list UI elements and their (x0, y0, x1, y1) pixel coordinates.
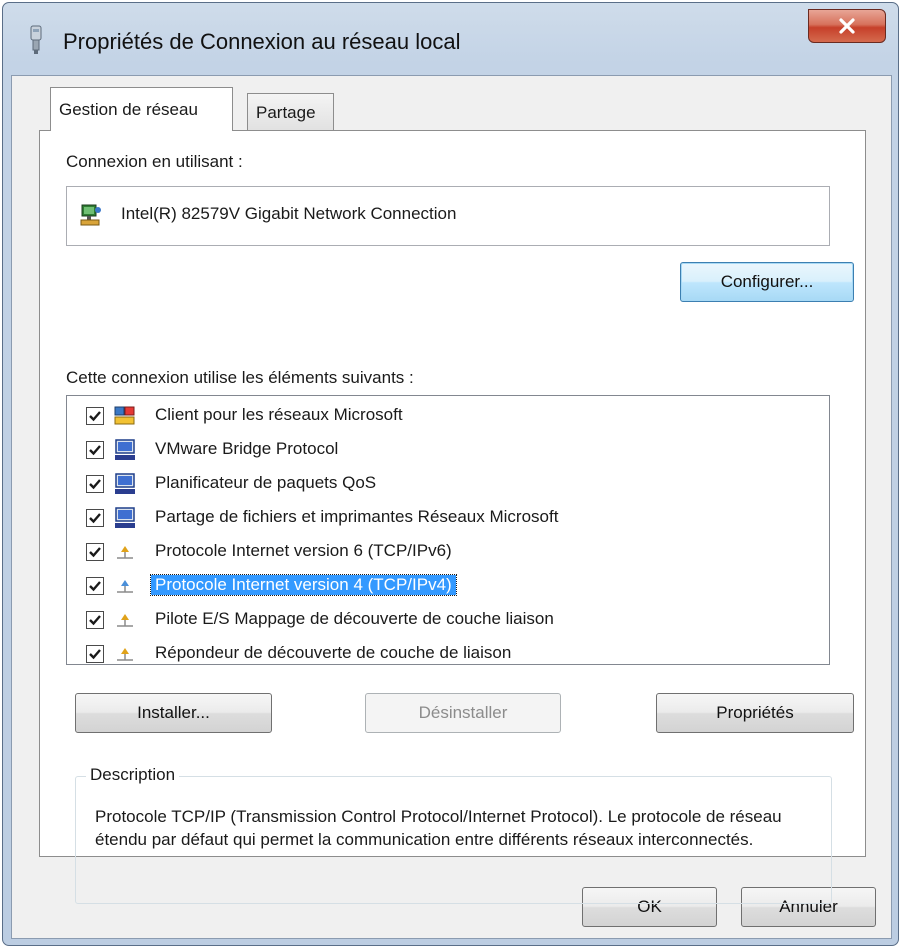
title-bar[interactable]: Propriétés de Connexion au réseau local (3, 3, 898, 75)
list-item[interactable]: VMware Bridge Protocol (67, 434, 829, 468)
properties-button[interactable]: Propriétés (656, 693, 854, 733)
network-client-icon (114, 406, 135, 425)
properties-dialog: Propriétés de Connexion au réseau local … (2, 2, 899, 946)
list-item[interactable]: Pilote E/S Mappage de découverte de couc… (67, 604, 829, 638)
description-text: Protocole TCP/IP (Transmission Control P… (95, 807, 782, 849)
component-label-selected: Protocole Internet version 4 (TCP/IPv4) (150, 574, 457, 596)
tab-partage[interactable]: Partage (247, 93, 334, 131)
component-label: Répondeur de découverte de couche de lia… (155, 643, 512, 662)
install-button[interactable]: Installer... (75, 693, 272, 733)
close-icon (839, 18, 855, 34)
list-item[interactable]: Répondeur de découverte de couche de lia… (67, 638, 829, 664)
description-group: Description Protocole TCP/IP (Transmissi… (75, 765, 832, 904)
list-item[interactable]: Client pour les réseaux Microsoft (67, 400, 829, 434)
list-item[interactable]: Partage de fichiers et imprimantes Résea… (67, 502, 829, 536)
network-adapter-icon (80, 204, 101, 226)
description-legend: Description (86, 765, 180, 785)
component-label: Protocole Internet version 6 (TCP/IPv6) (155, 541, 452, 560)
connect-using-label: Connexion en utilisant : (66, 152, 243, 171)
component-checkbox[interactable] (86, 645, 104, 663)
checkmark-icon (89, 445, 101, 456)
configure-button[interactable]: Configurer... (680, 262, 854, 302)
checkmark-icon (89, 479, 101, 490)
checkmark-icon (89, 411, 101, 422)
component-checkbox[interactable] (86, 441, 104, 459)
protocol-icon (117, 614, 133, 627)
tab-panel-gestion-de-reseau: Connexion en utilisant : Intel(R) 82579V… (39, 130, 866, 904)
adapter-box: Intel(R) 82579V Gigabit Network Connecti… (66, 186, 830, 246)
protocol-icon (117, 546, 133, 559)
components-label: Cette connexion utilise les éléments sui… (66, 368, 414, 387)
tab-gestion-de-reseau[interactable]: Gestion de réseau (50, 87, 233, 131)
component-checkbox[interactable] (86, 577, 104, 595)
checkmark-icon (89, 547, 101, 558)
adapter-name: Intel(R) 82579V Gigabit Network Connecti… (121, 204, 457, 223)
network-adapter-icon (30, 25, 42, 54)
protocol-icon (117, 580, 133, 593)
checkmark-icon (89, 615, 101, 626)
window-title: Propriétés de Connexion au réseau local (63, 29, 461, 54)
service-computer-icon (115, 473, 135, 494)
component-label: Partage de fichiers et imprimantes Résea… (155, 507, 559, 526)
checkmark-icon (89, 649, 101, 660)
checkmark-icon (89, 513, 101, 524)
list-item[interactable]: Planificateur de paquets QoS (67, 468, 829, 502)
component-checkbox[interactable] (86, 509, 104, 527)
service-computer-icon (115, 439, 135, 460)
checkmark-icon (89, 581, 101, 592)
component-label: VMware Bridge Protocol (155, 439, 339, 458)
list-item[interactable]: Protocole Internet version 4 (TCP/IPv4) (67, 570, 829, 604)
list-item[interactable]: Protocole Internet version 6 (TCP/IPv6) (67, 536, 829, 570)
uninstall-button[interactable]: Désinstaller (365, 693, 561, 733)
protocol-icon (117, 648, 133, 661)
component-checkbox[interactable] (86, 611, 104, 629)
components-list[interactable]: Client pour les réseaux Microsoft VMware… (66, 395, 830, 665)
component-checkbox[interactable] (86, 407, 104, 425)
component-checkbox[interactable] (86, 543, 104, 561)
component-label: Planificateur de paquets QoS (155, 473, 377, 492)
component-label: Pilote E/S Mappage de découverte de couc… (155, 609, 554, 628)
service-computer-icon (115, 507, 135, 528)
close-button[interactable] (808, 9, 886, 43)
dialog-client-area: Gestion de réseau Partage Connexion en u… (11, 75, 892, 939)
component-label: Client pour les réseaux Microsoft (155, 405, 403, 424)
component-checkbox[interactable] (86, 475, 104, 493)
